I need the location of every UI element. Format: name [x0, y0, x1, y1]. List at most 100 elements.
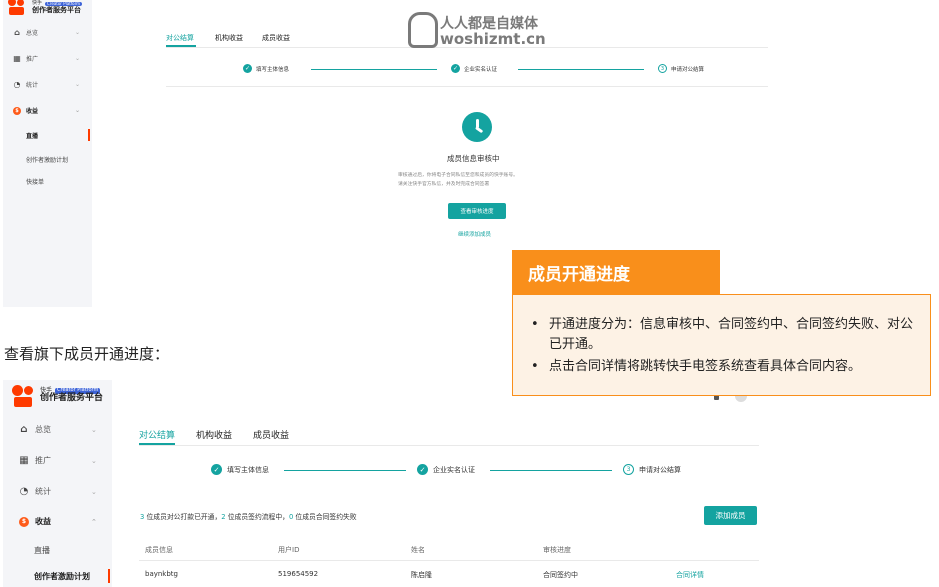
step-connector	[490, 470, 612, 471]
bottom-nav-statistics[interactable]: ◔ 统计 ⌄	[19, 486, 103, 497]
bottom-tab-corporate[interactable]: 对公结算	[139, 428, 175, 441]
review-desc-1: 审核通过后，你将电子合同私信至您和成员的快手账号。	[398, 173, 518, 178]
top-logo[interactable]: 快手 Creator Platform 创作者服务平台	[8, 0, 83, 16]
step-connector	[518, 69, 644, 70]
bottom-step-1: ✓ 填写主体信息	[211, 464, 269, 475]
top-step-1: ✓ 填写主体信息	[243, 64, 289, 73]
top-sub-incentive[interactable]: 创作者激励计划	[26, 155, 68, 164]
chart-icon: ▦	[19, 455, 29, 466]
bottom-step-2: ✓ 企业实名认证	[417, 464, 475, 475]
nav-label: 统计	[35, 487, 51, 496]
callout-title: 成员开通进度	[512, 250, 720, 295]
step-label: 填写主体信息	[256, 66, 290, 73]
money-icon: $	[13, 106, 21, 115]
check-icon: ✓	[417, 464, 428, 475]
chevron-down-icon: ⌄	[91, 425, 97, 434]
top-step-2: ✓ 企业实名认证	[451, 64, 497, 73]
col-review-status: 审核进度	[543, 546, 571, 554]
logo-main-text: 创作者服务平台	[32, 5, 81, 14]
callout-body: 开通进度分为：信息审核中、合同签约中、合同签约失败、对公已开通。 点击合同详情将…	[512, 294, 931, 396]
step-divider	[166, 86, 768, 87]
contract-details-link[interactable]: 合同详情	[676, 570, 704, 580]
logo-main-text: 创作者服务平台	[40, 393, 104, 404]
home-icon: ⌂	[14, 28, 20, 37]
active-indicator	[108, 569, 110, 583]
add-more-members-link[interactable]: 继续添加成员	[458, 230, 491, 238]
top-nav-promotion[interactable]: ▦ 推广 ⌄	[13, 54, 85, 63]
pie-icon: ◔	[13, 80, 21, 89]
watermark-line2: woshizmt.cn	[440, 30, 546, 48]
step-label: 申请对公结算	[671, 66, 705, 73]
callout-bullet-2: 点击合同详情将跳转快手电签系统查看具体合同内容。	[527, 357, 916, 377]
nav-label: 收益	[35, 517, 51, 526]
step-label: 填写主体信息	[227, 465, 269, 474]
check-progress-button[interactable]: 查看审核进度	[448, 203, 506, 219]
add-member-button[interactable]: 添加成员	[704, 506, 757, 525]
nav-label: 收益	[26, 108, 39, 115]
top-tab-agency[interactable]: 机构收益	[215, 33, 243, 43]
cell-status: 合同签约中	[543, 571, 578, 579]
money-icon: $	[19, 516, 29, 527]
bottom-sidebar	[3, 380, 112, 587]
step-number: 3	[623, 464, 634, 475]
bottom-nav-promotion[interactable]: ▦ 推广 ⌄	[19, 455, 103, 466]
table-header-divider	[139, 560, 759, 561]
watermark: 人人都是自媒体 woshizmt.cn	[408, 12, 546, 50]
chevron-down-icon: ⌄	[75, 55, 81, 62]
review-title: 成员信息审核中	[447, 154, 500, 163]
check-icon: ✓	[243, 64, 252, 73]
step-label: 申请对公结算	[639, 465, 681, 474]
nav-label: 总览	[35, 425, 51, 434]
top-tab-corporate[interactable]: 对公结算	[166, 33, 194, 43]
col-user-id: 用户ID	[278, 546, 300, 554]
review-desc-2: 请关注快手官方私信，并及时完成合同签署	[398, 182, 490, 187]
chevron-down-icon: ⌄	[91, 487, 97, 496]
top-tab-member[interactable]: 成员收益	[262, 33, 290, 43]
check-icon: ✓	[451, 64, 460, 73]
chevron-down-icon: ⌄	[75, 29, 81, 36]
nav-label: 总览	[26, 30, 39, 37]
top-nav-income[interactable]: $ 收益 ⌄	[13, 106, 85, 115]
step-label: 企业实名认证	[464, 66, 498, 73]
bottom-nav-overview[interactable]: ⌂ 总览 ⌄	[19, 424, 103, 435]
bottom-tab-member[interactable]: 成员收益	[253, 428, 289, 441]
tab-divider	[139, 445, 759, 446]
top-step-3: 3 申请对公结算	[658, 64, 704, 73]
bottom-sub-live[interactable]: 直播	[34, 545, 50, 556]
bottom-nav-income[interactable]: $ 收益 ⌃	[19, 516, 103, 527]
bottom-logo[interactable]: 快手 Creator Platform 创作者服务平台	[12, 385, 103, 407]
step-connector	[311, 69, 437, 70]
top-nav-statistics[interactable]: ◔ 统计 ⌄	[13, 80, 85, 89]
top-nav-overview[interactable]: ⌂ 总览 ⌄	[13, 28, 85, 37]
nav-label: 推广	[26, 56, 39, 63]
summary-text: 位成员合同签约失败	[293, 513, 357, 521]
member-summary: 3 位成员对公打款已开通，2 位成员签约流程中，0 位成员合同签约失败	[140, 511, 357, 521]
bottom-sub-incentive[interactable]: 创作者激励计划	[34, 571, 90, 582]
chevron-down-icon: ⌄	[75, 81, 81, 88]
nav-label: 统计	[26, 82, 39, 89]
col-member-info: 成员信息	[145, 546, 173, 554]
summary-text: 位成员签约流程中，	[225, 513, 289, 521]
top-sub-live[interactable]: 直播	[26, 131, 38, 140]
col-name: 姓名	[411, 546, 425, 554]
top-sidebar	[3, 0, 92, 307]
chart-icon: ▦	[13, 54, 21, 63]
step-connector	[284, 470, 406, 471]
bottom-step-3: 3 申请对公结算	[623, 464, 681, 475]
cell-member: baynkbtg	[145, 570, 178, 578]
step-label: 企业实名认证	[433, 465, 475, 474]
nav-label: 推广	[35, 456, 51, 465]
chevron-up-icon: ⌃	[91, 517, 97, 526]
kuaishou-logo-icon	[8, 0, 28, 16]
cell-name: 陈启隆	[411, 571, 432, 579]
top-sub-orders[interactable]: 快接单	[26, 177, 44, 186]
chevron-down-icon: ⌄	[75, 107, 81, 114]
callout-bullet-1: 开通进度分为：信息审核中、合同签约中、合同签约失败、对公已开通。	[527, 315, 916, 355]
pie-icon: ◔	[19, 486, 29, 497]
check-icon: ✓	[211, 464, 222, 475]
step-number: 3	[658, 64, 667, 73]
home-icon: ⌂	[20, 424, 28, 435]
microphone-icon	[408, 12, 438, 48]
bottom-tab-agency[interactable]: 机构收益	[196, 428, 232, 441]
chevron-down-icon: ⌄	[91, 456, 97, 465]
